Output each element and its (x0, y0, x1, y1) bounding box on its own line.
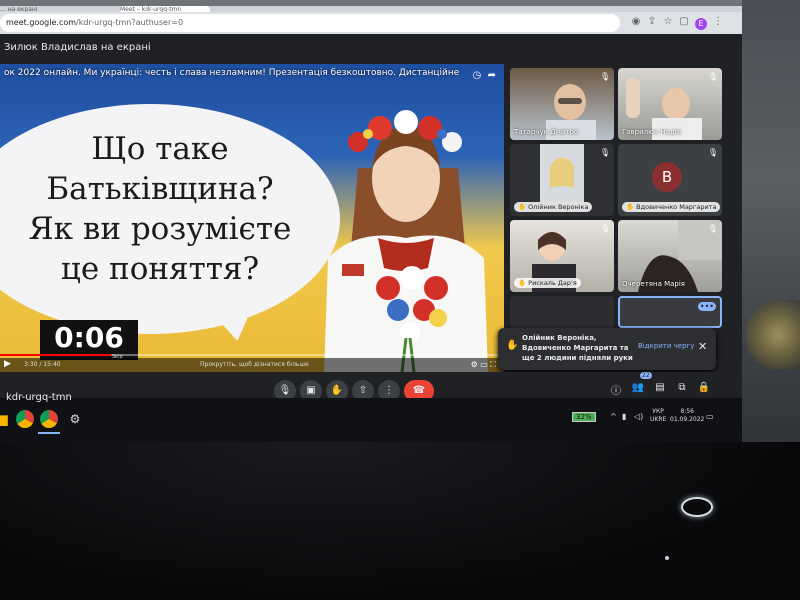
video-progress-fill (0, 354, 111, 356)
participant-tile[interactable]: В 🎙 ✋ Вдовиченко Маргарита (618, 144, 722, 216)
settings-icon[interactable]: ⚙ (66, 410, 84, 428)
video-time: 3:30 / 15:40 (24, 361, 61, 368)
meeting-code: kdr-urgq-tmn (6, 392, 72, 403)
participant-name-text: Вдовиченко Маргарита (636, 203, 717, 211)
active-app-indicator (38, 432, 60, 434)
slide-question: Що таке Батьківщина? Як ви розумієте це … (10, 129, 310, 289)
play-icon[interactable]: ▶ (4, 359, 11, 369)
slide-line: Що таке (91, 131, 229, 167)
tab-strip: ... на екрані Meet – kdr-urgq-tmn (0, 6, 742, 12)
clock-icon[interactable]: ◷ (473, 70, 482, 81)
star-icon[interactable]: ☆ (662, 16, 674, 28)
volume-icon[interactable]: ◁) (634, 412, 643, 421)
clock-date: 01.09.2022 (670, 416, 705, 423)
hand-icon: ✋ (506, 340, 519, 351)
chat-icon[interactable]: ▤ (652, 382, 668, 393)
participant-name-text: Олійник Вероніка (528, 203, 589, 211)
meet-header: Зилюк Владислав на екрані (0, 34, 742, 64)
lock-icon[interactable]: 🔒 (696, 382, 712, 393)
girl-illustration (324, 110, 488, 372)
close-icon[interactable]: ✕ (698, 340, 707, 353)
share-icon[interactable]: ➦ (488, 70, 496, 81)
notifications-icon[interactable]: ▭ (706, 412, 714, 421)
address-host: meet.google.com (6, 18, 77, 27)
participant-tile[interactable]: 🎙 Татарчук Дмитро (510, 68, 614, 140)
scroll-hint[interactable]: Прокрутіть, щоб дізнатися більше (200, 361, 309, 368)
info-icon[interactable]: ⓘ (608, 382, 624, 397)
participants-count-badge: 22 (640, 372, 652, 379)
mic-muted-icon: 🎙 (707, 72, 718, 81)
raised-hands-notification: ✋ Олійник Вероніка, Вдовиченко Маргарита… (498, 328, 716, 370)
monitor-bezel (0, 442, 800, 600)
shared-screen: Що таке Батьківщина? Як ви розумієте це … (0, 64, 504, 372)
browser-toolbar: ... на екрані Meet – kdr-urgq-tmn meet.g… (0, 6, 742, 34)
presenting-title: Зилюк Владислав на екрані (4, 42, 151, 53)
chrome-icon[interactable] (16, 410, 34, 428)
screen: ... на екрані Meet – kdr-urgq-tmn meet.g… (0, 6, 742, 442)
battery-indicator[interactable]: 32% (572, 412, 596, 422)
slide-line: Батьківщина? (46, 171, 274, 207)
address-path: /kdr-urgq-tmn?authuser=0 (76, 18, 184, 27)
chrome-meet-icon[interactable] (40, 410, 58, 428)
participant-name: ✋ Олійник Вероніка (514, 202, 593, 212)
extensions-icon[interactable]: ▢ (678, 16, 690, 28)
activities-icon[interactable]: ⧉ (674, 382, 690, 393)
profile-avatar[interactable]: E (695, 18, 707, 30)
tray-arrow-icon[interactable]: ^ (610, 412, 617, 421)
browser-tab-active[interactable]: Meet – kdr-urgq-tmn (120, 6, 210, 12)
participant-name: Татарчук Дмитро (514, 128, 579, 136)
language-bottom: UKRE (650, 416, 667, 423)
mic-muted-icon: 🎙 (599, 72, 610, 81)
participant-tile[interactable]: ••• (618, 296, 722, 328)
people-icon[interactable]: 👥 (630, 382, 646, 393)
address-bar[interactable]: meet.google.com/kdr-urgq-tmn?authuser=0 (0, 14, 620, 32)
participant-tile[interactable]: 🎙 Гаврилюк Надія (618, 68, 722, 140)
participant-tile[interactable]: 🎙 ✋ Рискаль Дар'я (510, 220, 614, 292)
participant-name: ✋ Вдовиченко Маргарита (622, 202, 721, 212)
photo-of-monitor: ... на екрані Meet – kdr-urgq-tmn meet.g… (0, 0, 800, 600)
video-settings-icons[interactable]: ⚙ ▭ ⛶ (471, 360, 496, 370)
notification-text: Олійник Вероніка, Вдовиченко Маргарита т… (522, 334, 633, 362)
video-progress[interactable] (0, 354, 504, 356)
windows-taskbar: kdr-urgq-tmn ▆ ⚙ 32% ^ ▮ ◁) УКР UKRE 8:5… (0, 392, 742, 442)
mic-muted-icon: 🎙 (707, 224, 718, 233)
participant-name: Очеретяна Марія (622, 280, 686, 288)
power-light (681, 497, 713, 517)
clock-time: 8:56 (680, 408, 694, 415)
camera-permission-icon[interactable]: ◉ (630, 16, 642, 28)
video-top-icons: ◷ ➦ (473, 70, 496, 81)
browser-tab[interactable]: ... на екрані (0, 6, 80, 12)
participant-tile[interactable]: 🎙 ✋ Олійник Вероніка (510, 144, 614, 216)
language-indicator[interactable]: УКР UKRE (650, 408, 666, 424)
indicator-dot (665, 556, 669, 560)
clock[interactable]: 8:56 01.09.2022 (670, 408, 704, 424)
participant-name: ✋ Рискаль Дар'я (514, 278, 581, 288)
mic-muted-icon: 🎙 (707, 148, 718, 157)
slide-line: це поняття? (60, 251, 260, 287)
participant-tile[interactable] (510, 296, 614, 328)
menu-icon[interactable]: ⋮ (712, 16, 724, 28)
open-queue-button[interactable]: Відкрити чергу (638, 342, 694, 350)
mic-muted-icon: 🎙 (599, 224, 610, 233)
participant-name: Гаврилюк Надія (622, 128, 682, 136)
share-icon[interactable]: ⇪ (646, 16, 658, 28)
mic-muted-icon: 🎙 (599, 148, 610, 157)
mic-tray-icon[interactable]: ▮ (622, 412, 626, 421)
video-title[interactable]: ок 2022 онлайн. Ми українці: честь і сла… (4, 68, 464, 78)
participant-tile[interactable]: 🎙 Очеретяна Марія (618, 220, 722, 292)
slide-line: Як ви розумієте (28, 211, 292, 247)
video-controls: ▶ 3:30 / 15:40 Прокрутіть, щоб дізнатися… (0, 358, 504, 372)
folder-icon[interactable]: ▆ (0, 410, 12, 428)
participant-name-text: Рискаль Дар'я (528, 279, 577, 287)
language-top: УКР (652, 408, 664, 415)
avatar: В (652, 162, 682, 192)
speaking-icon: ••• (697, 302, 716, 311)
